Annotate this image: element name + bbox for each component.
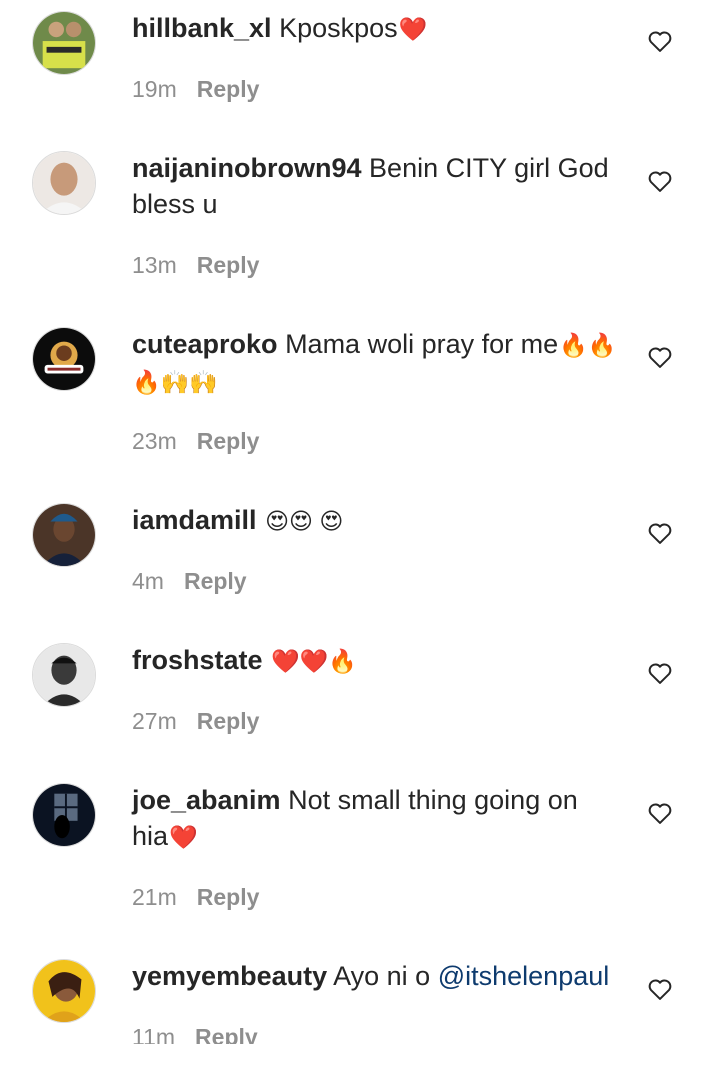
avatar[interactable]	[32, 643, 96, 707]
reply-button[interactable]: Reply	[197, 884, 260, 910]
comment-body: hillbank_xl Kposkpos❤️	[132, 10, 620, 47]
avatar[interactable]	[32, 327, 96, 391]
heart-outline-icon[interactable]	[646, 519, 674, 547]
avatar[interactable]	[32, 503, 96, 567]
comment-body: iamdamill 😍😍 😍	[132, 502, 620, 539]
username[interactable]: yemyembeauty	[132, 961, 327, 991]
comment-meta: 4m Reply	[132, 568, 247, 595]
heart-outline-icon[interactable]	[646, 167, 674, 195]
timestamp: 19m	[132, 76, 177, 102]
avatar[interactable]	[32, 783, 96, 847]
scroll-clip	[0, 1044, 720, 1085]
timestamp: 4m	[132, 568, 164, 594]
heart-outline-icon[interactable]	[646, 343, 674, 371]
avatar[interactable]	[32, 11, 96, 75]
comment-text: Mama woli pray for me	[285, 329, 559, 359]
comment-body: joe_abanim Not small thing going on hia❤…	[132, 782, 620, 855]
comment-body: naijaninobrown94 Benin CITY girl God ble…	[132, 150, 620, 222]
username[interactable]: hillbank_xl	[132, 13, 272, 43]
reply-button[interactable]: Reply	[197, 252, 260, 278]
comment-body: yemyembeauty Ayo ni o @itshelenpaul	[132, 958, 620, 994]
comment-body: froshstate ❤️❤️🔥	[132, 642, 620, 679]
heart-outline-icon[interactable]	[646, 27, 674, 55]
heart-outline-icon[interactable]	[646, 975, 674, 1003]
reply-button[interactable]: Reply	[197, 76, 260, 102]
comment-meta: 13m Reply	[132, 252, 259, 279]
heart-outline-icon[interactable]	[646, 799, 674, 827]
comment-meta: 23m Reply	[132, 428, 259, 455]
mention-link[interactable]: @itshelenpaul	[438, 961, 610, 991]
timestamp: 21m	[132, 884, 177, 910]
comment-meta: 27m Reply	[132, 708, 259, 735]
reply-button[interactable]: Reply	[197, 708, 260, 734]
emoji-text: ❤️❤️🔥	[271, 648, 357, 674]
heart-outline-icon[interactable]	[646, 659, 674, 687]
comment-meta: 21m Reply	[132, 884, 259, 911]
timestamp: 23m	[132, 428, 177, 454]
comment-text: Kposkpos	[279, 13, 398, 43]
avatar[interactable]	[32, 151, 96, 215]
reply-button[interactable]: Reply	[184, 568, 247, 594]
avatar[interactable]	[32, 959, 96, 1023]
emoji-text: 😍😍 😍	[265, 508, 344, 534]
timestamp: 13m	[132, 252, 177, 278]
username[interactable]: joe_abanim	[132, 785, 281, 815]
comment-body: cuteaproko Mama woli pray for me🔥🔥🔥🙌🙌	[132, 326, 620, 400]
username[interactable]: iamdamill	[132, 505, 257, 535]
comment-meta: 19m Reply	[132, 76, 259, 103]
timestamp: 27m	[132, 708, 177, 734]
username[interactable]: froshstate	[132, 645, 263, 675]
reply-button[interactable]: Reply	[197, 428, 260, 454]
username[interactable]: naijaninobrown94	[132, 153, 362, 183]
emoji-text: ❤️	[398, 16, 428, 42]
username[interactable]: cuteaproko	[132, 329, 278, 359]
comment-text: Ayo ni o	[333, 961, 431, 991]
emoji-text: ❤️	[169, 824, 198, 850]
